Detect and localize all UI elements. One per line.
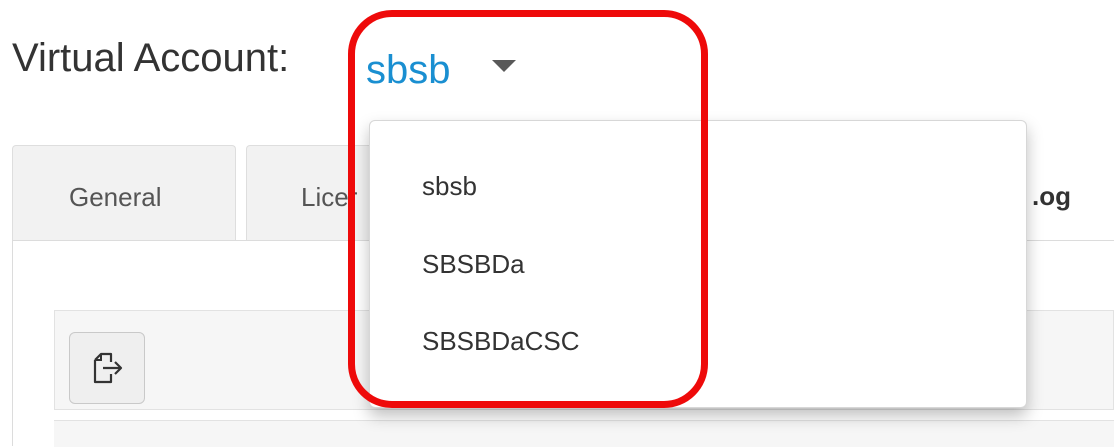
virtual-account-label: Virtual Account: xyxy=(12,36,290,80)
dropdown-option-sbsb[interactable]: sbsb xyxy=(422,173,477,199)
virtual-account-dropdown: sbsb SBSBDa SBSBDaCSC xyxy=(369,120,1027,408)
tab-event-log-label: .og xyxy=(1032,181,1071,211)
tab-general[interactable]: General xyxy=(12,145,236,241)
export-icon xyxy=(93,352,123,384)
table-header-strip xyxy=(54,420,1114,447)
export-button[interactable] xyxy=(69,332,145,404)
virtual-account-header: Virtual Account: xyxy=(12,38,289,78)
tab-general-label: General xyxy=(69,182,162,212)
tab-licenses-label: Licer xyxy=(301,182,358,212)
tab-event-log[interactable]: .og xyxy=(1012,145,1114,241)
dropdown-option-sbsbda[interactable]: SBSBDa xyxy=(422,251,525,277)
virtual-account-selector[interactable]: sbsb xyxy=(366,50,451,90)
dropdown-option-sbsbdacsc[interactable]: SBSBDaCSC xyxy=(422,328,580,354)
caret-down-icon[interactable] xyxy=(492,60,516,72)
